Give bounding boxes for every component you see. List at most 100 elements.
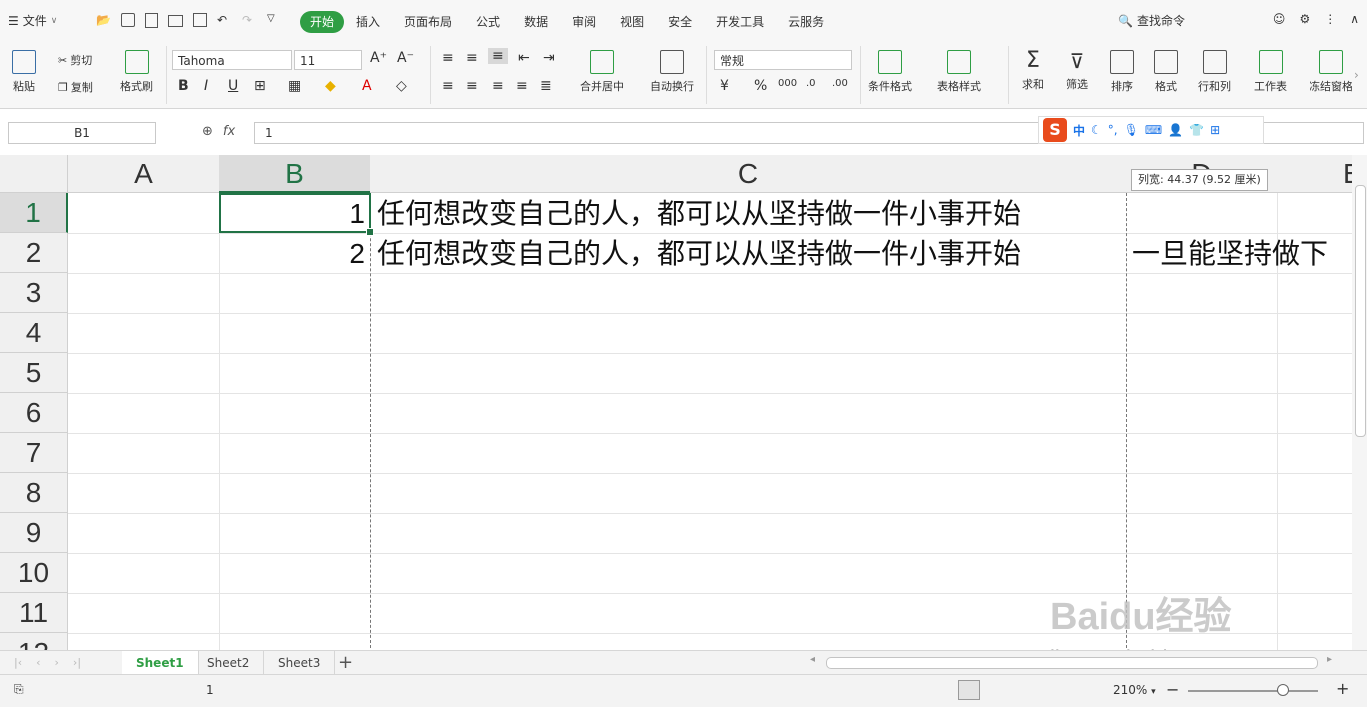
percent-icon[interactable]: %: [754, 78, 767, 94]
reading-mode-icon[interactable]: [1048, 680, 1070, 700]
sheet-tab-2[interactable]: Sheet2: [193, 651, 265, 675]
microphone-icon[interactable]: 🎙: [1124, 123, 1139, 137]
table-style-button[interactable]: 表格样式: [937, 50, 981, 94]
row-header-12[interactable]: 12: [0, 633, 68, 650]
cell-style-icon[interactable]: ▦: [288, 78, 301, 94]
open-icon[interactable]: 📂: [96, 13, 111, 28]
horizontal-scrollbar[interactable]: ◂ ▸: [806, 654, 1336, 669]
page-view-icon[interactable]: [988, 680, 1010, 700]
align-middle-icon[interactable]: ≡: [466, 50, 478, 66]
tab-developer[interactable]: 开发工具: [704, 11, 776, 33]
punctuation-icon[interactable]: °,: [1108, 123, 1118, 137]
shirt-icon[interactable]: 👕: [1189, 123, 1204, 137]
align-top-icon[interactable]: ≡: [442, 50, 454, 66]
zoom-level[interactable]: 210% ▾: [1113, 683, 1156, 697]
freeze-panes-button[interactable]: 冻结窗格: [1310, 50, 1352, 94]
clear-icon[interactable]: ◇: [396, 78, 407, 94]
cell-c2[interactable]: 任何想改变自己的人，都可以从坚持做一件小事开始: [377, 233, 1021, 273]
macro-icon[interactable]: ⎘: [14, 682, 24, 697]
row-col-button[interactable]: 行和列: [1198, 50, 1231, 94]
conditional-format-button[interactable]: 条件格式: [868, 50, 912, 94]
row-header-1[interactable]: 1: [0, 193, 68, 233]
tab-formulas[interactable]: 公式: [464, 11, 512, 33]
sogou-logo-icon[interactable]: S: [1043, 118, 1067, 142]
tab-home[interactable]: 开始: [300, 11, 345, 33]
row-header-10[interactable]: 10: [0, 553, 68, 593]
scroll-right-icon[interactable]: ▸: [1327, 654, 1332, 665]
row-header-3[interactable]: 3: [0, 273, 68, 313]
add-sheet-icon[interactable]: +: [338, 652, 353, 673]
indent-increase-icon[interactable]: ⇥: [543, 50, 555, 66]
row-header-9[interactable]: 9: [0, 513, 68, 553]
tab-view[interactable]: 视图: [608, 11, 656, 33]
zoom-icon[interactable]: ⊕: [202, 124, 213, 139]
more-icon[interactable]: ▽: [267, 13, 282, 28]
underline-icon[interactable]: U: [228, 78, 238, 94]
save-icon[interactable]: [121, 13, 135, 27]
row-header-11[interactable]: 11: [0, 593, 68, 633]
worksheet-button[interactable]: 工作表: [1254, 50, 1287, 94]
tab-security[interactable]: 安全: [656, 11, 704, 33]
font-size-select[interactable]: 11: [294, 50, 362, 70]
bold-icon[interactable]: B: [178, 78, 189, 94]
column-header-a[interactable]: A: [68, 155, 220, 193]
last-sheet-icon[interactable]: ›|: [73, 656, 81, 669]
row-header-7[interactable]: 7: [0, 433, 68, 473]
increase-decimal-icon[interactable]: .0: [806, 78, 816, 89]
search-command[interactable]: 🔍 查找命令: [1118, 12, 1185, 29]
collapse-icon[interactable]: ∧: [1350, 12, 1359, 26]
next-sheet-icon[interactable]: ›: [55, 656, 59, 669]
fx-icon[interactable]: fx: [223, 124, 235, 139]
first-sheet-icon[interactable]: |‹: [14, 656, 22, 669]
prev-sheet-icon[interactable]: ‹: [36, 656, 40, 669]
font-color-icon[interactable]: A: [362, 78, 372, 94]
horizontal-scroll-thumb[interactable]: [826, 657, 1318, 669]
cell-b2[interactable]: 2: [219, 233, 365, 273]
justify-icon[interactable]: ≡: [516, 78, 528, 94]
print-preview-icon[interactable]: [193, 13, 207, 27]
indent-decrease-icon[interactable]: ⇤: [518, 50, 530, 66]
select-all-corner[interactable]: [0, 155, 68, 193]
filter-button[interactable]: ⊽ 筛选: [1066, 50, 1088, 92]
decrease-font-icon[interactable]: A⁻: [397, 50, 414, 66]
number-format-select[interactable]: 常规: [714, 50, 852, 70]
scroll-left-icon[interactable]: ◂: [810, 654, 815, 665]
align-right-icon[interactable]: ≡: [492, 78, 504, 94]
distributed-icon[interactable]: ≣: [540, 78, 552, 94]
redo-icon[interactable]: ↷: [242, 13, 257, 28]
row-header-4[interactable]: 4: [0, 313, 68, 353]
border-icon[interactable]: ⊞: [254, 78, 266, 94]
align-bottom-icon[interactable]: ≡: [488, 48, 508, 64]
print-icon[interactable]: [168, 15, 183, 27]
sort-button[interactable]: 排序: [1110, 50, 1134, 94]
more-vertical-icon[interactable]: ⋮: [1324, 12, 1336, 26]
sum-button[interactable]: Σ 求和: [1022, 50, 1044, 92]
keyboard-icon[interactable]: ⌨: [1145, 123, 1162, 137]
increase-font-icon[interactable]: A⁺: [370, 50, 387, 66]
sheet-tab-3[interactable]: Sheet3: [264, 651, 336, 675]
zoom-in-icon[interactable]: +: [1336, 679, 1349, 698]
wrap-text-button[interactable]: 自动换行: [650, 50, 694, 94]
tab-cloud[interactable]: 云服务: [776, 11, 836, 33]
row-header-2[interactable]: 2: [0, 233, 68, 273]
ime-lang-toggle[interactable]: 中: [1073, 122, 1085, 139]
row-header-8[interactable]: 8: [0, 473, 68, 513]
zoom-slider[interactable]: [1188, 690, 1318, 692]
tab-review[interactable]: 审阅: [560, 11, 608, 33]
format-painter-button[interactable]: 格式刷: [120, 50, 153, 94]
row-header-6[interactable]: 6: [0, 393, 68, 433]
zoom-out-icon[interactable]: −: [1166, 680, 1179, 699]
merge-center-button[interactable]: 合并居中: [580, 50, 624, 94]
vertical-scrollbar[interactable]: [1352, 155, 1367, 650]
undo-icon[interactable]: ↶: [217, 13, 232, 28]
row-header-5[interactable]: 5: [0, 353, 68, 393]
tab-insert[interactable]: 插入: [344, 11, 392, 33]
file-menu[interactable]: ☰ 文件 ∨: [8, 12, 57, 29]
eye-protection-icon[interactable]: [1078, 680, 1100, 700]
column-header-b[interactable]: B: [219, 155, 371, 193]
tab-data[interactable]: 数据: [512, 11, 560, 33]
thousands-icon[interactable]: 000: [778, 78, 797, 89]
copy-button[interactable]: ❐ 复制: [58, 79, 93, 95]
tab-page-layout[interactable]: 页面布局: [392, 11, 464, 33]
cell-d2[interactable]: 一旦能坚持做下: [1132, 233, 1347, 273]
